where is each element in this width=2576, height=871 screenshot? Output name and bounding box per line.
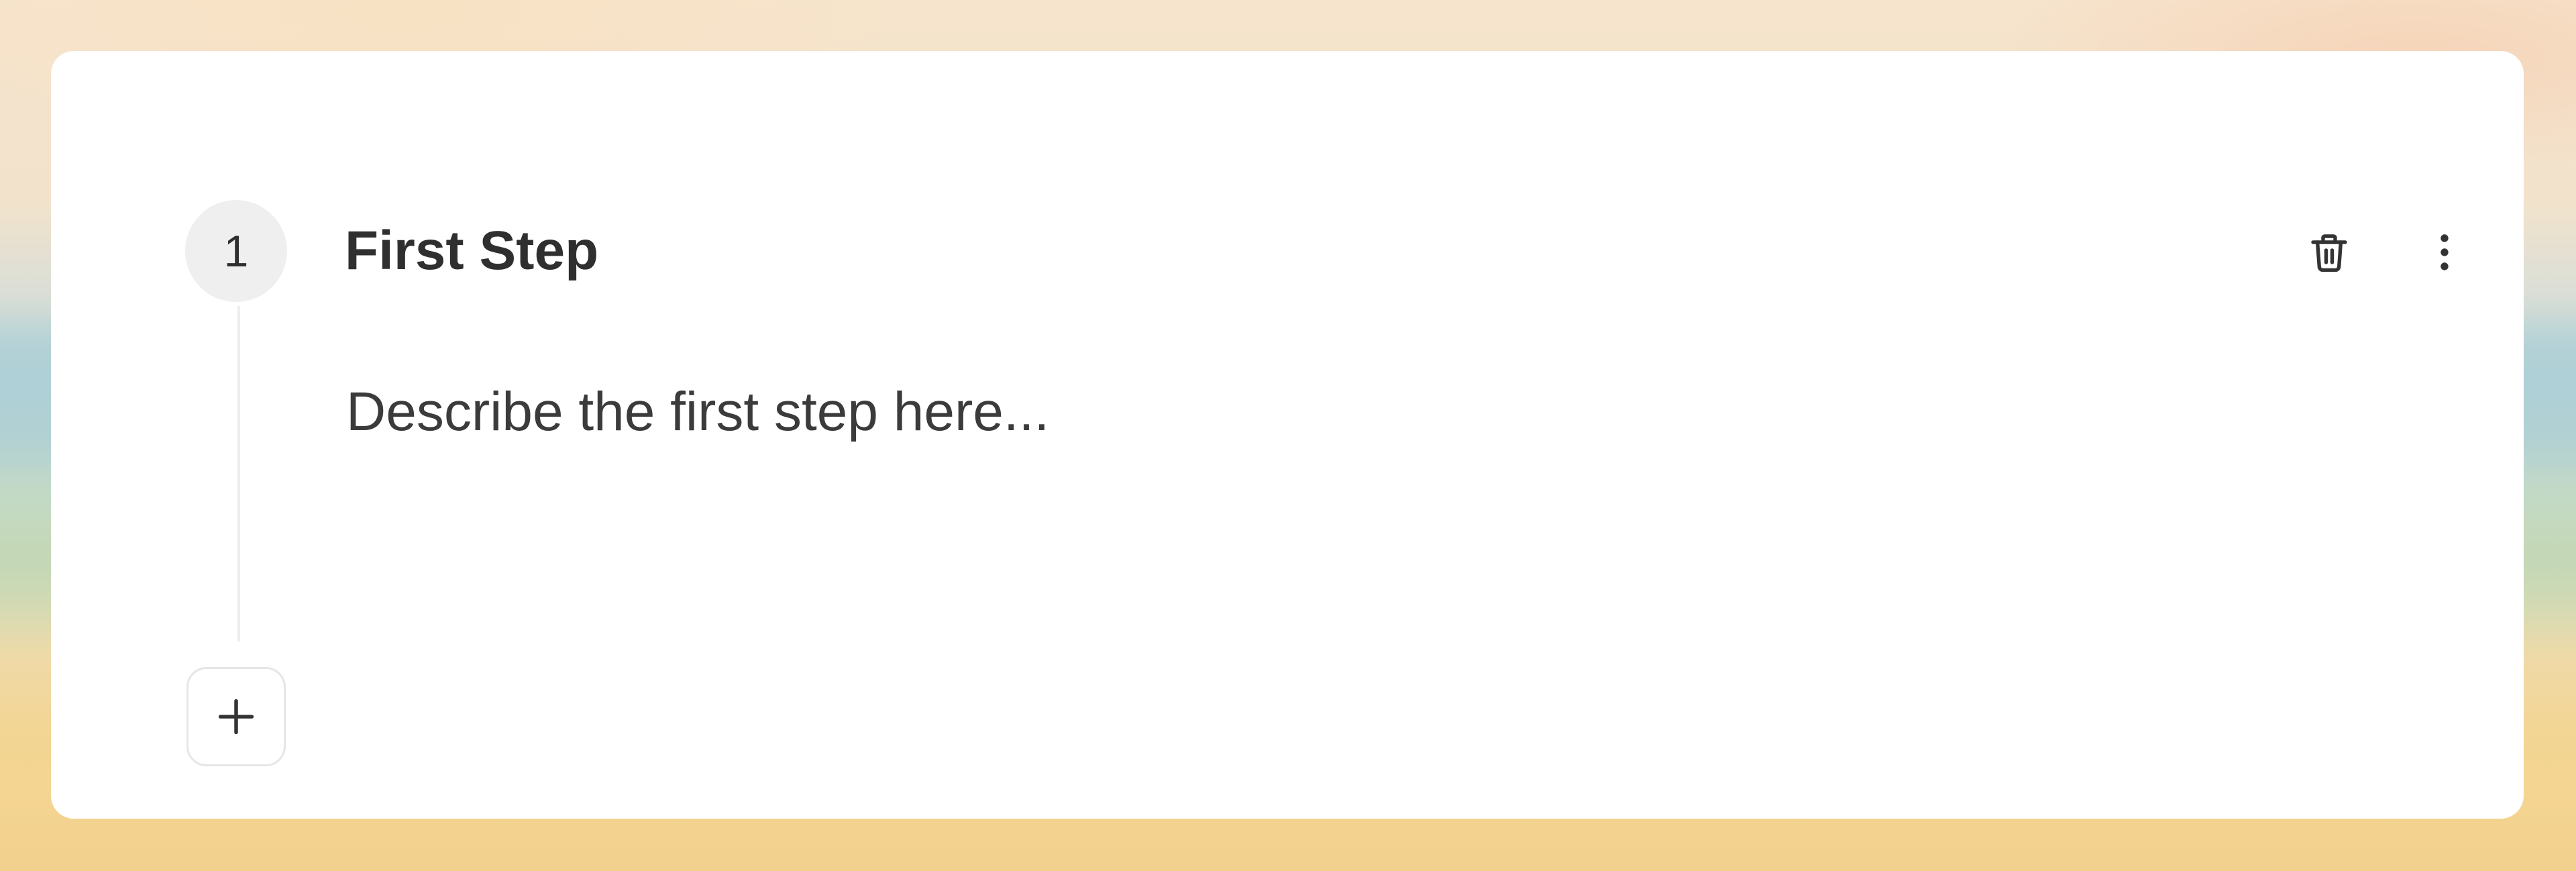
step-title[interactable]: First Step bbox=[345, 217, 598, 285]
plus-icon bbox=[218, 699, 254, 735]
more-options-button[interactable] bbox=[2404, 212, 2485, 293]
step-card: 1 First Step Describe the first step her… bbox=[51, 51, 2524, 819]
step-description[interactable]: Describe the first step here... bbox=[346, 378, 1049, 446]
delete-step-button[interactable] bbox=[2289, 212, 2369, 293]
more-vertical-icon bbox=[2440, 234, 2449, 270]
add-step-button[interactable] bbox=[186, 667, 286, 766]
step-connector-line bbox=[237, 306, 240, 642]
trash-icon bbox=[2311, 234, 2347, 272]
step-number-badge: 1 bbox=[185, 200, 287, 302]
